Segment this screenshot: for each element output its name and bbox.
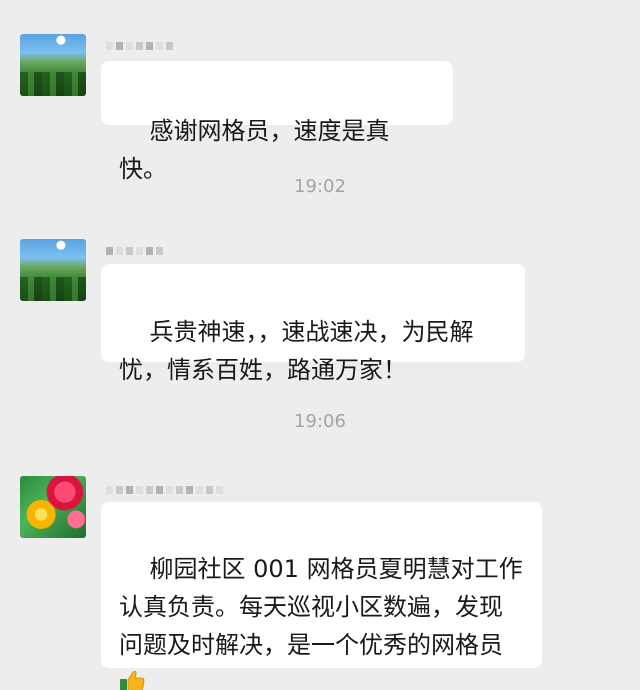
message-bubble[interactable]: 感谢网格员，速度是真快。 [101,61,453,183]
message-text: 感谢网格员，速度是真快。 [119,117,390,183]
chat-area: 感谢网格员，速度是真快。 19:02 兵贵神速，，速战速决，为民解忧，情系百姓，… [0,0,640,690]
thumbs-up-emoji-icon [119,667,145,690]
message-bubble[interactable]: 柳园社区 001 网格员夏明慧对工作认真负责。每天巡视小区数遍，发现问题及时解决… [101,502,542,690]
avatar[interactable] [20,476,86,538]
sender-name-blurred [106,245,163,257]
timestamp: 19:02 [294,176,346,197]
sender-name-blurred [106,40,173,52]
message-text: 柳园社区 001 网格员夏明慧对工作认真负责。每天巡视小区数遍，发现问题及时解决… [119,555,523,659]
timestamp: 19:06 [294,411,346,432]
avatar[interactable] [20,34,86,96]
message-text: 兵贵神速，，速战速决，为民解忧，情系百姓，路通万家！ [119,318,474,384]
message-bubble[interactable]: 兵贵神速，，速战速决，为民解忧，情系百姓，路通万家！ [101,264,525,384]
sender-name-blurred [106,484,223,496]
avatar[interactable] [20,239,86,301]
